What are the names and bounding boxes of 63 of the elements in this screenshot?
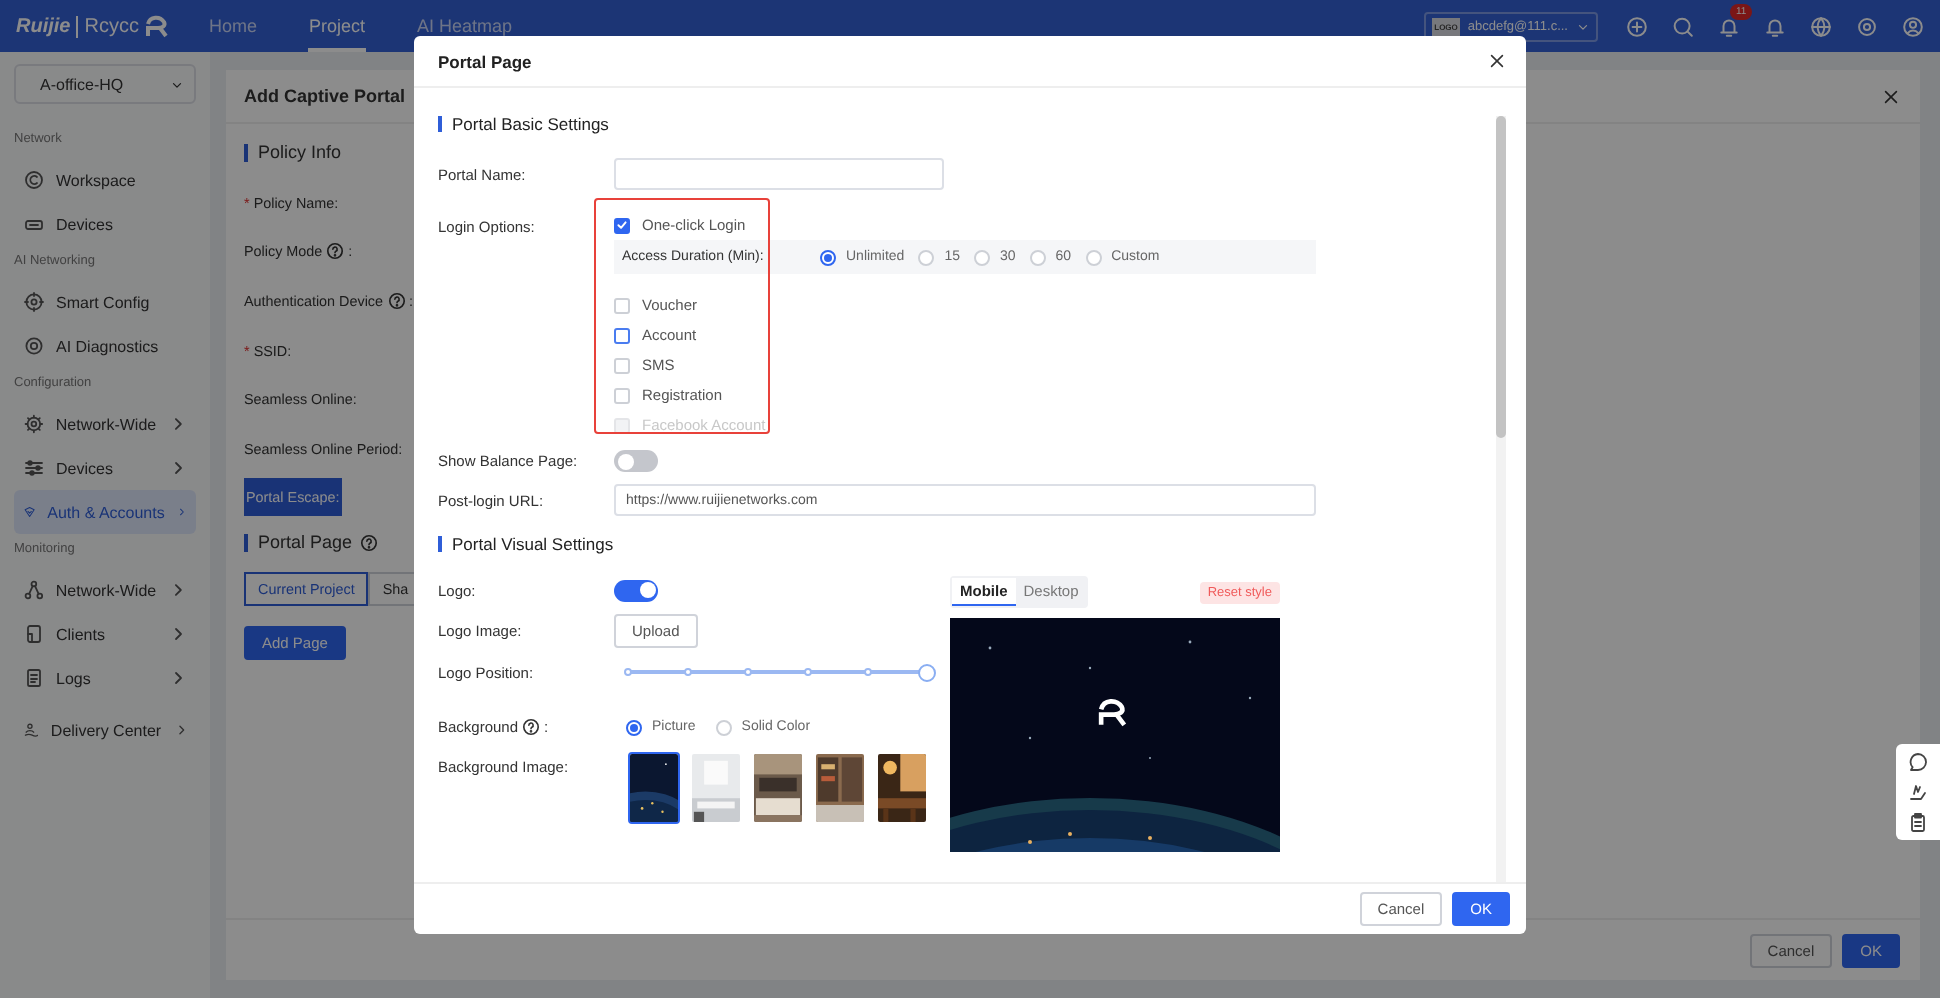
sliders-icon — [24, 458, 44, 478]
router-icon — [24, 214, 44, 234]
product-name: Rcycc — [76, 15, 139, 37]
tablet-icon — [24, 624, 44, 644]
background-thumbnail[interactable] — [814, 752, 866, 824]
radio-button[interactable] — [626, 719, 642, 735]
site-selector[interactable]: A-office-HQ — [14, 64, 196, 104]
chevron-down-icon — [170, 77, 184, 91]
sidebar-item[interactable]: Network-Wide — [14, 568, 196, 612]
background-thumbnail[interactable] — [690, 752, 742, 824]
checkbox[interactable] — [614, 217, 630, 233]
background-thumbnail[interactable] — [752, 752, 804, 824]
compass-icon — [24, 170, 44, 190]
help-icon — [326, 242, 345, 261]
sidebar-item[interactable]: Network-Wide — [14, 402, 196, 446]
topology-icon — [24, 580, 44, 600]
sidebar-item[interactable]: Auth & Accounts — [14, 490, 196, 534]
bell-icon — [1718, 15, 1740, 37]
logo-icon — [144, 14, 173, 38]
sidebar-item[interactable]: Logs — [14, 656, 196, 700]
settings-icon — [24, 414, 44, 434]
logo-icon — [1096, 694, 1132, 730]
help-icon — [360, 534, 379, 553]
sidebar-item[interactable]: Clients — [14, 612, 196, 656]
toggle-switch[interactable] — [614, 450, 658, 472]
chat-icon — [1908, 752, 1928, 772]
chevron-icon — [173, 720, 188, 740]
background-thumbnail[interactable] — [628, 752, 680, 824]
radio-button[interactable] — [820, 249, 836, 265]
checkbox[interactable] — [614, 327, 630, 343]
target-icon — [24, 336, 44, 356]
sidebar-item[interactable]: Smart Config — [14, 280, 196, 324]
portal-name-field[interactable] — [614, 158, 944, 190]
person-wave-icon — [24, 720, 39, 740]
sidebar-item[interactable]: Delivery Center — [14, 708, 196, 752]
settings-icon — [1856, 15, 1878, 37]
close-icon — [1488, 52, 1506, 70]
user-icon — [1902, 15, 1924, 37]
toggle-switch[interactable] — [614, 579, 658, 601]
chevron-down-icon — [1576, 19, 1590, 33]
nav-tab[interactable]: Project — [308, 0, 365, 52]
section-heading: Portal Page — [258, 534, 353, 553]
clipboard-icon — [1908, 812, 1928, 832]
shield-icon — [24, 502, 36, 522]
scrollbar[interactable] — [1496, 116, 1506, 882]
close-icon — [1882, 87, 1900, 105]
sidebar-item[interactable]: Workspace — [14, 158, 196, 202]
panel-title: Add Captive Portal — [244, 86, 406, 106]
dialog-title: Portal Page — [438, 51, 532, 71]
sidebar-item[interactable]: Devices — [14, 446, 196, 490]
sidebar-item[interactable]: Devices — [14, 202, 196, 246]
help-icon — [387, 291, 406, 310]
help-icon — [522, 718, 541, 736]
background-thumbnail[interactable] — [876, 752, 928, 824]
document-icon — [24, 668, 44, 688]
bell-icon — [1764, 15, 1786, 37]
check-icon — [616, 218, 628, 232]
add-icon — [1626, 15, 1648, 37]
sidebar-item[interactable]: AI Diagnostics — [14, 324, 196, 368]
globe-icon — [1810, 15, 1832, 37]
gear-icon — [24, 292, 44, 312]
brand-name: Ruijie — [16, 15, 71, 37]
search-icon — [1672, 15, 1694, 37]
